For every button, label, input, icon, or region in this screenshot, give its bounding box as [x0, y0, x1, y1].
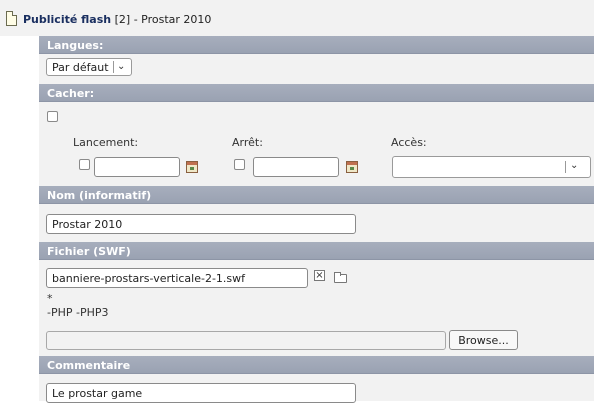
record-type: Publicité flash — [23, 13, 112, 26]
acces-label: Accès: — [391, 136, 427, 149]
record-name: - Prostar 2010 — [133, 13, 212, 26]
record-count: [2] — [114, 13, 131, 26]
select-divider — [113, 61, 114, 73]
lancement-date-input[interactable] — [94, 157, 180, 177]
select-divider — [565, 161, 566, 173]
arret-date-input[interactable] — [253, 157, 339, 177]
document-icon — [6, 11, 17, 26]
chevron-down-icon: ⌄ — [117, 61, 126, 72]
required-asterisk: * — [47, 292, 53, 305]
file-name-input[interactable]: banniere-prostars-verticale-2-1.swf — [46, 268, 308, 288]
allowed-file-types: -PHP -PHP3 — [47, 306, 109, 319]
clear-x-icon[interactable]: × — [314, 270, 325, 281]
language-select[interactable]: Par défaut ⌄ — [46, 58, 132, 76]
record-title: Publicité flash [2] - Prostar 2010 — [23, 13, 211, 26]
section-langues-header: Langues: — [39, 36, 594, 54]
browse-button[interactable]: Browse... — [449, 330, 518, 350]
chevron-down-icon: ⌄ — [570, 160, 579, 171]
arret-checkbox[interactable] — [234, 159, 245, 170]
folder-icon[interactable] — [334, 272, 347, 283]
section-nom-header: Nom (informatif) — [39, 186, 594, 204]
acces-select[interactable]: ⌄ — [392, 156, 591, 178]
hide-checkbox[interactable] — [47, 111, 58, 122]
lancement-label: Lancement: — [73, 136, 139, 149]
calendar-icon[interactable] — [186, 161, 198, 173]
comment-input[interactable]: Le prostar game — [46, 383, 356, 403]
language-select-value: Par défaut — [52, 61, 109, 74]
name-input[interactable]: Prostar 2010 — [46, 214, 356, 234]
calendar-icon[interactable] — [346, 161, 358, 173]
upload-file-path[interactable] — [46, 331, 446, 350]
section-commentaire-header: Commentaire — [39, 356, 594, 374]
section-fichier-header: Fichier (SWF) — [39, 242, 594, 260]
section-cacher-header: Cacher: — [39, 84, 594, 102]
arret-label: Arrêt: — [232, 136, 263, 149]
lancement-checkbox[interactable] — [79, 159, 90, 170]
